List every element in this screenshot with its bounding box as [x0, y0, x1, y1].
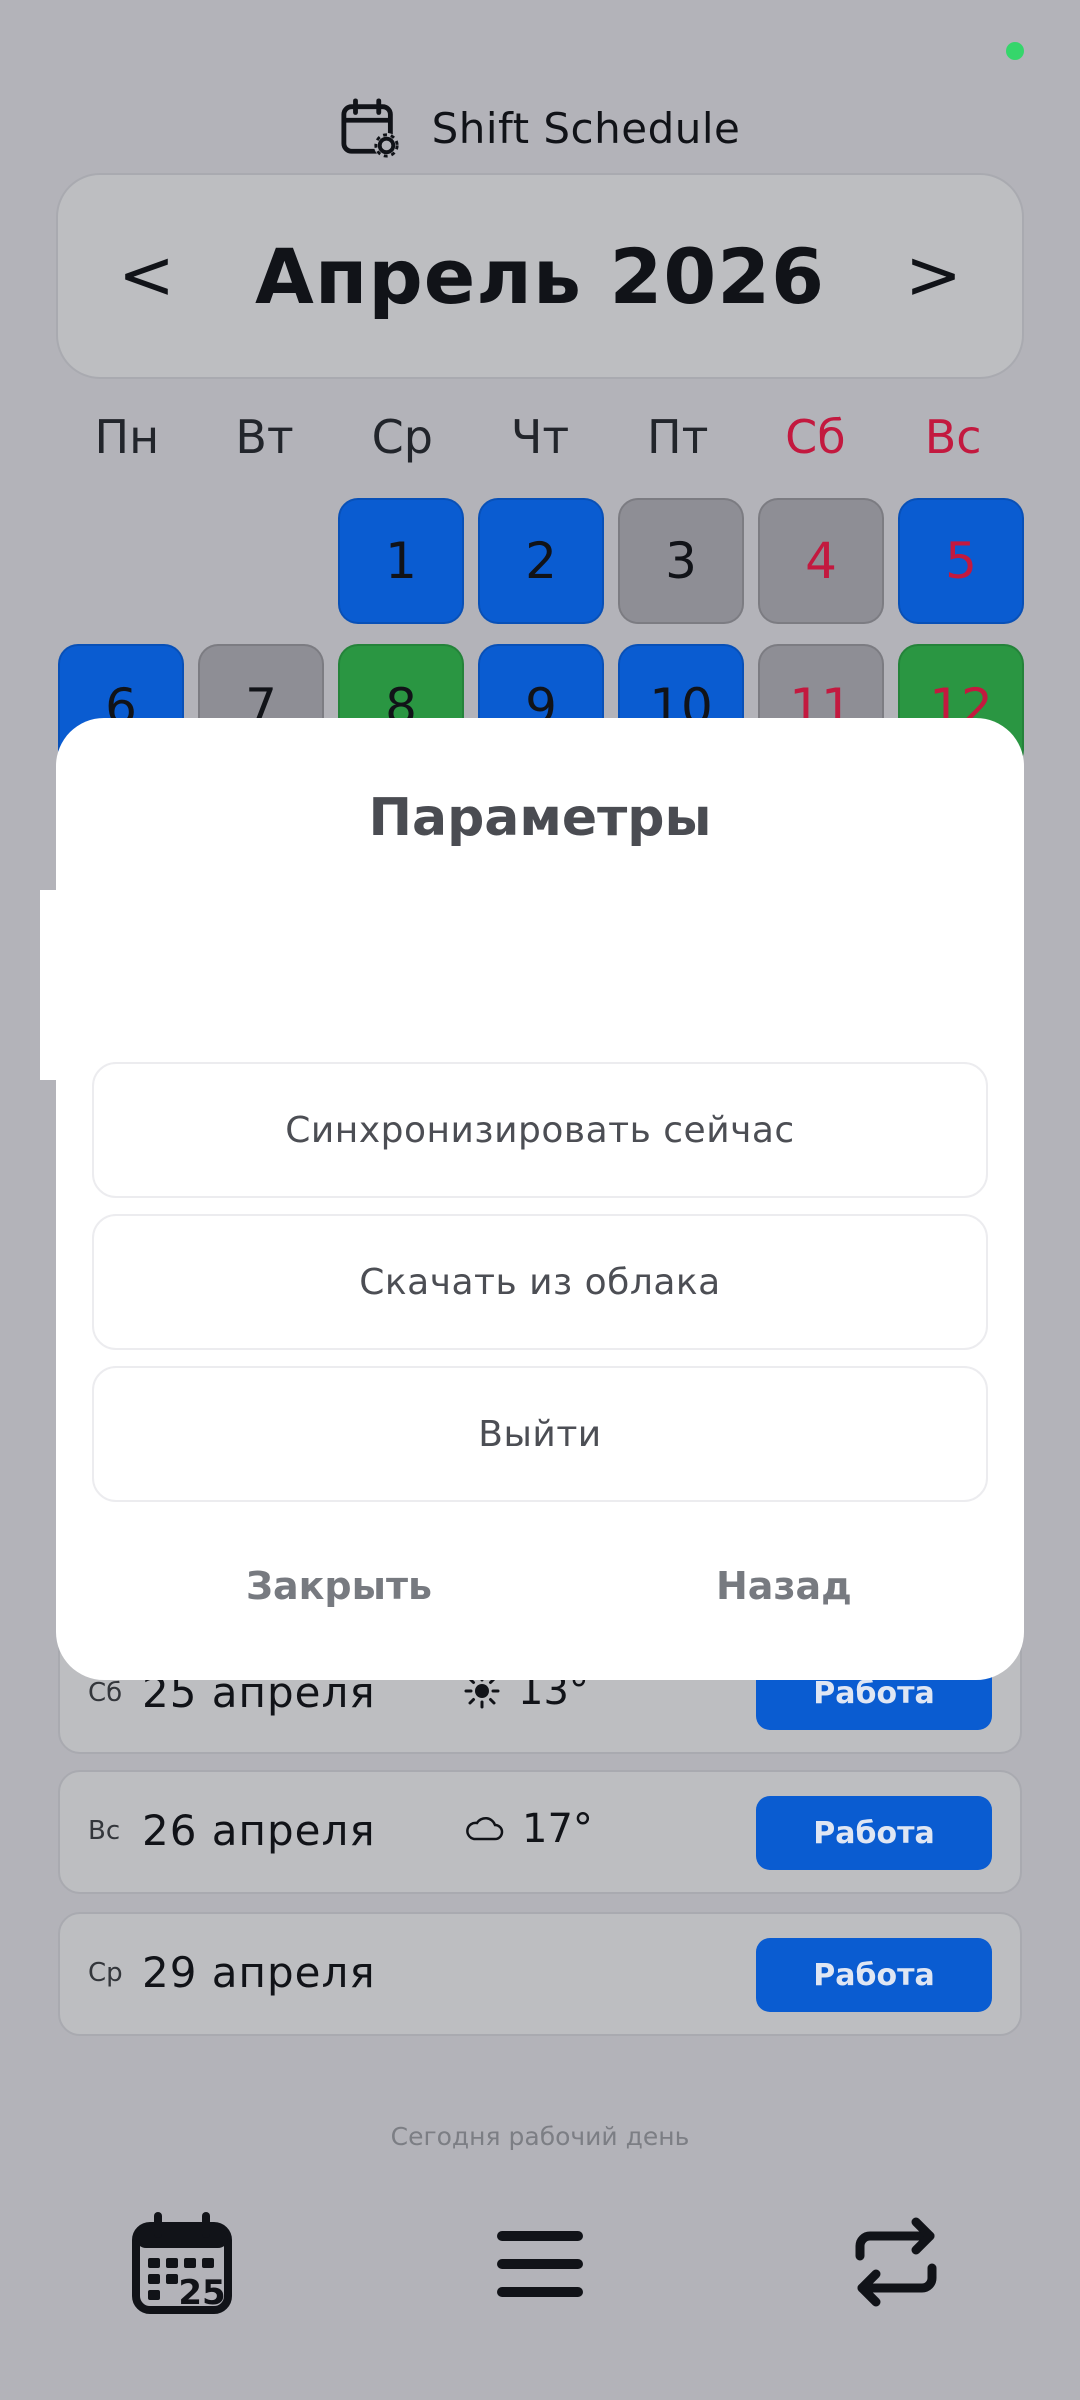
app-title: Shift Schedule: [431, 103, 741, 153]
close-button[interactable]: Закрыть: [246, 1564, 432, 1608]
cloud-icon: [466, 1816, 504, 1841]
next-month-button[interactable]: >: [905, 242, 962, 310]
calendar-day[interactable]: 4: [758, 498, 884, 624]
weekday-label: Чт: [510, 410, 570, 464]
calendar-badge: 25: [178, 2273, 225, 2313]
weekday-header: Пн Вт Ср Чт Пт Сб Вс: [58, 410, 1022, 480]
card-date: 29 апреля: [142, 1948, 376, 1997]
card-temperature: 17°: [522, 1806, 593, 1852]
month-navigator: < Апрель 2026 >: [56, 173, 1024, 379]
calendar-empty-cell: [58, 498, 184, 624]
download-from-cloud-button[interactable]: Скачать из облака: [92, 1214, 988, 1350]
day-card[interactable]: Вс 26 апреля 17° Работа: [58, 1770, 1022, 1894]
logout-button[interactable]: Выйти: [92, 1366, 988, 1502]
dialog-title: Параметры: [368, 788, 712, 848]
app-header: Shift Schedule: [0, 88, 1080, 168]
weekday-label: Пт: [647, 410, 709, 464]
weekday-label: Вт: [235, 410, 294, 464]
card-weekday: Сб: [88, 1678, 123, 1708]
day-card[interactable]: Ср 29 апреля Работа: [58, 1912, 1022, 2036]
calendar-day[interactable]: 1: [338, 498, 464, 624]
calendar-icon[interactable]: 25: [130, 2212, 234, 2316]
settings-dialog: Параметры Синхронизировать сейчас Скачат…: [40, 718, 1024, 1680]
card-weekday: Ср: [88, 1958, 123, 1988]
card-weather: 17°: [464, 1806, 593, 1852]
card-weekday: Вс: [88, 1816, 121, 1846]
weekday-label-weekend: Вс: [924, 410, 982, 464]
prev-month-button[interactable]: <: [118, 242, 175, 310]
card-date: 26 апреля: [142, 1806, 376, 1855]
dialog-content-area: [40, 890, 980, 1080]
month-label: Апрель 2026: [255, 231, 825, 321]
dialog-footer: Закрыть Назад: [56, 1564, 1024, 1644]
menu-icon[interactable]: [496, 2226, 584, 2302]
calendar-day[interactable]: 2: [478, 498, 604, 624]
sync-now-button[interactable]: Синхронизировать сейчас: [92, 1062, 988, 1198]
shift-status-button[interactable]: Работа: [756, 1938, 992, 2012]
sync-icon[interactable]: [846, 2212, 946, 2312]
weekday-label: Пн: [94, 410, 160, 464]
weekday-label: Ср: [371, 410, 433, 464]
shift-status-button[interactable]: Работа: [756, 1796, 992, 1870]
status-indicator: [1006, 42, 1024, 60]
back-button[interactable]: Назад: [716, 1564, 852, 1608]
weekday-label-weekend: Сб: [785, 410, 846, 464]
calendar-settings-icon: [341, 98, 399, 159]
calendar-empty-cell: [198, 498, 324, 624]
calendar-day[interactable]: 3: [618, 498, 744, 624]
today-status-text: Сегодня рабочий день: [390, 2122, 690, 2151]
calendar-day[interactable]: 5: [898, 498, 1024, 624]
